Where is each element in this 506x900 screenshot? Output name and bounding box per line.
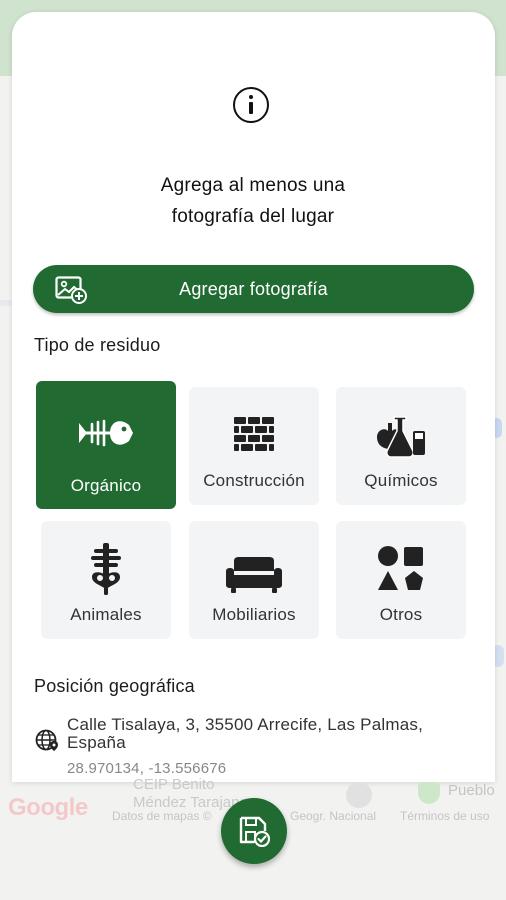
map-poi-right-label: Pueblo	[448, 782, 495, 799]
map-geo-credit: Geogr. Nacional	[290, 809, 377, 823]
sofa-icon	[226, 557, 282, 593]
prompt-line-2: fotografía del lugar	[171, 206, 335, 227]
photo-prompt: Agrega al menos una fotografía del lugar	[60, 170, 446, 232]
info-icon	[233, 87, 269, 123]
globe-location-icon	[35, 729, 58, 751]
waste-option-label: Químicos	[364, 471, 438, 490]
map-data-credit: Datos de mapas ©	[112, 809, 212, 823]
waste-option-otros[interactable]: Otros	[336, 521, 466, 639]
skeleton-icon	[91, 543, 121, 595]
waste-option-label: Otros	[379, 605, 423, 624]
add-photo-label: Agregar fotografía	[179, 279, 328, 299]
waste-option-organico[interactable]: Orgánico	[36, 381, 176, 509]
location-title: Posición geográfica	[34, 676, 195, 696]
fish-bone-icon	[79, 419, 133, 447]
waste-option-label: Animales	[70, 605, 142, 624]
google-logo: Google	[8, 794, 88, 821]
waste-option-quimicos[interactable]: Químicos	[336, 387, 466, 505]
chemistry-flask-icon	[377, 416, 425, 458]
waste-type-title: Tipo de residuo	[34, 335, 161, 355]
waste-option-label: Mobiliarios	[212, 605, 296, 624]
location-coordinates: 28.970134, -13.556676	[67, 760, 227, 777]
save-icon	[239, 816, 270, 847]
waste-option-label: Construcción	[203, 471, 305, 490]
save-button[interactable]	[221, 798, 287, 864]
shapes-icon	[378, 546, 423, 590]
waste-option-construccion[interactable]: Construcción	[189, 387, 319, 505]
prompt-line-1: Agrega al menos una	[160, 175, 346, 196]
brick-wall-icon	[234, 417, 274, 451]
map-park-icon	[418, 782, 440, 804]
map-poi-icon	[346, 782, 372, 808]
waste-option-label: Orgánico	[70, 476, 142, 495]
add-photo-button[interactable]: Agregar fotografía	[33, 265, 474, 313]
map-terms-link[interactable]: Términos de uso	[400, 809, 489, 823]
location-address: Calle Tisalaya, 3, 35500 Arrecife, Las P…	[67, 715, 423, 752]
waste-option-mobiliarios[interactable]: Mobiliarios	[189, 521, 319, 639]
waste-option-animales[interactable]: Animales	[41, 521, 171, 639]
